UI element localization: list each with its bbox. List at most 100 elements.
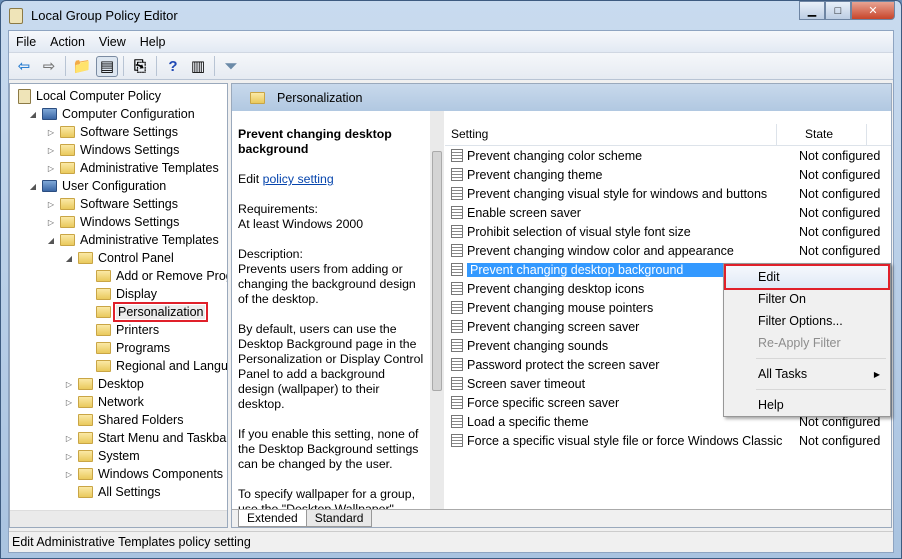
menu-help[interactable]: Help xyxy=(133,35,173,49)
settings-row[interactable]: Prevent changing window color and appear… xyxy=(445,241,891,260)
tree-item[interactable]: Add or Remove Programs xyxy=(82,267,227,285)
forward-arrow-button[interactable]: ⇨ xyxy=(38,56,60,77)
menu-action[interactable]: Action xyxy=(43,35,92,49)
settings-row[interactable]: Prevent changing color scheme Not configu… xyxy=(445,146,891,165)
tree-item[interactable]: Printers xyxy=(82,321,159,339)
tree-item-label: Network xyxy=(98,395,144,409)
scrollbar-thumb[interactable] xyxy=(432,151,442,391)
expand-arrow-icon[interactable]: ▷ xyxy=(64,470,74,479)
tree-item[interactable]: Personalization xyxy=(82,302,209,322)
tree-item[interactable]: Programs xyxy=(82,339,170,357)
tree-item[interactable]: ▷ Windows Settings xyxy=(46,141,179,159)
toolbar-separator xyxy=(156,56,157,76)
folder-icon xyxy=(78,450,93,462)
context-menu-all-tasks[interactable]: All Tasks ▶ xyxy=(726,363,888,385)
minimize-button[interactable]: ▁ xyxy=(799,1,825,20)
settings-row[interactable]: Prevent changing visual style for window… xyxy=(445,184,891,203)
expand-arrow-icon[interactable]: ▷ xyxy=(64,380,74,389)
policy-setting-icon xyxy=(451,187,463,200)
tree-item-label: Desktop xyxy=(98,377,144,391)
folder-icon xyxy=(78,414,93,426)
tree-item[interactable]: ▷ Software Settings xyxy=(46,123,178,141)
menu-file[interactable]: File xyxy=(9,35,43,49)
expand-arrow-icon[interactable]: ▷ xyxy=(46,146,56,155)
policy-scroll-icon xyxy=(18,88,31,104)
close-button[interactable]: ✕ xyxy=(851,1,895,20)
policy-setting-link[interactable]: policy setting xyxy=(263,172,334,186)
window: Local Group Policy Editor ▁ □ ✕ File Acti… xyxy=(0,0,902,559)
tree-item[interactable]: ▷ Software Settings xyxy=(46,195,178,213)
help-icon: ? xyxy=(168,57,178,75)
status-bar: Edit Administrative Templates policy set… xyxy=(9,531,893,552)
collapse-arrow-icon[interactable]: ◢ xyxy=(46,236,56,245)
expand-arrow-icon[interactable]: ▷ xyxy=(46,200,56,209)
collapse-arrow-icon[interactable]: ◢ xyxy=(28,110,38,119)
toolbar-separator xyxy=(123,56,124,76)
show-hide-tree-button[interactable]: ▤ xyxy=(96,55,118,77)
collapse-arrow-icon[interactable]: ◢ xyxy=(64,254,74,263)
expand-arrow-icon[interactable]: ▷ xyxy=(64,434,74,443)
menu-item-label: Re-Apply Filter xyxy=(758,336,841,350)
tree-item[interactable]: ▷ Administrative Templates xyxy=(46,159,219,177)
folder-icon xyxy=(96,288,111,300)
settings-row[interactable]: Enable screen saver Not configured xyxy=(445,203,891,222)
back-arrow-button[interactable]: ⇦ xyxy=(13,56,35,77)
expand-arrow-icon[interactable]: ▷ xyxy=(46,164,56,173)
policy-scroll-icon xyxy=(9,8,23,24)
tree-item[interactable]: ◢ Administrative Templates xyxy=(46,231,219,249)
tree-item[interactable]: Shared Folders xyxy=(64,411,183,429)
description-scrollbar[interactable] xyxy=(430,111,444,511)
tree-item[interactable]: ◢ Control Panel xyxy=(64,249,174,267)
settings-row[interactable]: Prevent changing theme Not configured xyxy=(445,165,891,184)
tree-item[interactable]: ▷ Windows Settings xyxy=(46,213,179,231)
tree-item[interactable]: ▷ Windows Components xyxy=(64,465,223,483)
column-header-state[interactable]: State xyxy=(777,124,867,145)
show-hide-tree-icon: ▤ xyxy=(99,58,115,75)
tree-item[interactable]: Regional and Language Options xyxy=(82,357,227,375)
settings-row[interactable]: Prohibit selection of visual style font … xyxy=(445,222,891,241)
export-list-button[interactable]: ⎘ xyxy=(129,56,151,77)
tree-item-label: Windows Settings xyxy=(80,215,180,229)
menu-view[interactable]: View xyxy=(92,35,133,49)
context-menu-re-apply-filter: Re-Apply Filter xyxy=(726,332,888,354)
tree-item-label: All Settings xyxy=(98,485,161,499)
tree-item[interactable]: ◢ User Configuration xyxy=(28,177,166,195)
expand-arrow-icon[interactable]: ▷ xyxy=(64,452,74,461)
tree-horizontal-scrollbar[interactable] xyxy=(10,510,227,527)
expand-arrow-icon[interactable]: ▷ xyxy=(64,398,74,407)
folder-icon xyxy=(60,198,75,210)
menu-item-label: Filter On xyxy=(758,292,806,306)
collapse-arrow-icon[interactable]: ◢ xyxy=(28,182,38,191)
show-action-pane-button[interactable]: ▥ xyxy=(187,56,209,77)
up-folder-button[interactable]: 📁 xyxy=(71,56,93,77)
filter-button[interactable]: ⏷ xyxy=(220,56,242,77)
help-button[interactable]: ? xyxy=(162,56,184,77)
tree-item[interactable]: ▷ Desktop xyxy=(64,375,144,393)
tree-item[interactable]: Display xyxy=(82,285,157,303)
tab-standard[interactable]: Standard xyxy=(305,510,373,527)
maximize-button[interactable]: □ xyxy=(825,1,851,20)
tree-item[interactable]: ▷ Start Menu and Taskbar xyxy=(64,429,227,447)
column-header-setting[interactable]: Setting xyxy=(445,124,777,145)
menu-bar: File Action View Help xyxy=(9,31,893,53)
tree-item[interactable]: ▷ System xyxy=(64,447,140,465)
tree-item[interactable]: Local Computer Policy xyxy=(14,87,161,105)
tab-extended[interactable]: Extended xyxy=(238,510,307,527)
setting-state: Not configured xyxy=(799,433,881,448)
window-title: Local Group Policy Editor xyxy=(31,8,178,23)
tree-item[interactable]: All Settings xyxy=(64,483,161,501)
toolbar-separator xyxy=(65,56,66,76)
context-menu-filter-on[interactable]: Filter On xyxy=(726,288,888,310)
context-menu-help[interactable]: Help xyxy=(726,394,888,416)
description-panel: Prevent changing desktop background Edit… xyxy=(232,111,430,511)
tree-item[interactable]: ◢ Computer Configuration xyxy=(28,105,195,123)
expand-arrow-icon[interactable]: ▷ xyxy=(46,128,56,137)
folder-icon xyxy=(78,378,93,390)
expand-arrow-icon[interactable]: ▷ xyxy=(46,218,56,227)
tree-item[interactable]: ▷ Network xyxy=(64,393,144,411)
settings-row[interactable]: Force a specific visual style file or fo… xyxy=(445,431,891,450)
context-menu-edit[interactable]: Edit xyxy=(724,264,890,290)
folder-icon xyxy=(78,486,93,498)
context-menu-filter-options[interactable]: Filter Options... xyxy=(726,310,888,332)
folder-icon xyxy=(60,144,75,156)
